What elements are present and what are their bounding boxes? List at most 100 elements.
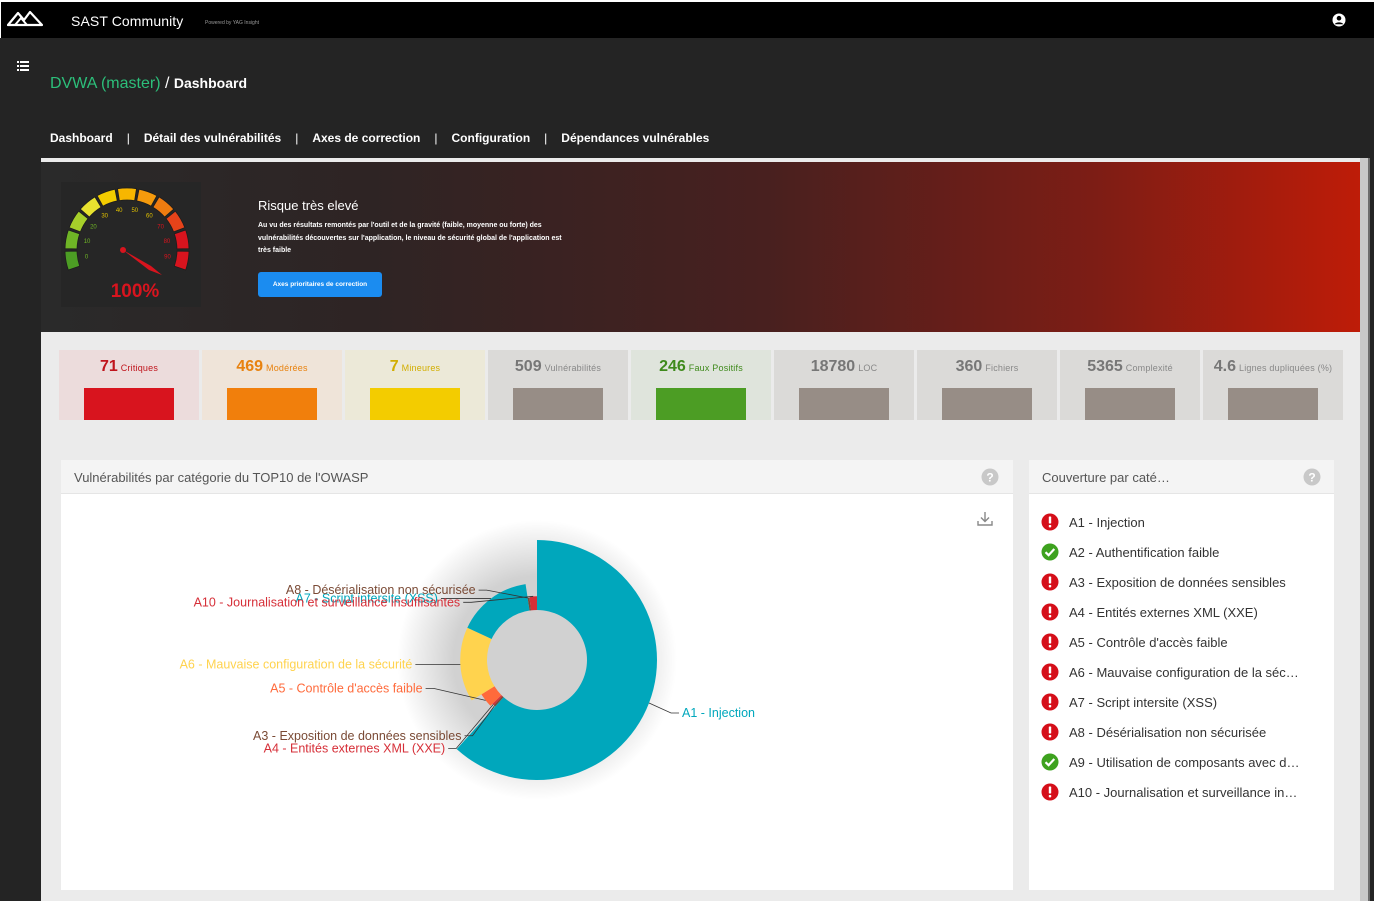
coverage-item-label: A5 - Contrôle d'accès faible: [1069, 634, 1228, 650]
coverage-item[interactable]: A10 - Journalisation et surveillance in…: [1041, 777, 1321, 807]
breadcrumb-project[interactable]: DVWA (master): [50, 75, 161, 92]
stat-label: Mineures: [401, 363, 441, 373]
nav-dashboard[interactable]: Dashboard: [50, 131, 113, 145]
nav-separator: |: [295, 131, 299, 145]
stat-header: 360 Fichiers: [917, 358, 1057, 376]
coverage-item[interactable]: A8 - Désérialisation non sécurisée: [1041, 717, 1321, 747]
stat-label: Critiques: [120, 363, 159, 373]
help-icon[interactable]: ?: [1303, 468, 1321, 486]
stat-label: Vulnérabilités: [544, 363, 602, 373]
gauge-tick-label: 30: [101, 214, 108, 220]
svg-text:?: ?: [1308, 471, 1315, 485]
coverage-item[interactable]: A3 - Exposition de données sensibles: [1041, 567, 1321, 597]
stat-header: 469 Modérées: [202, 358, 342, 376]
gauge-tick-label: 10: [84, 239, 91, 245]
error-circle-icon: [1041, 693, 1059, 711]
stat-bar: [942, 388, 1032, 420]
coverage-item[interactable]: A7 - Script intersite (XSS): [1041, 687, 1321, 717]
stat-bar: [227, 388, 317, 420]
coverage-item-label: A10 - Journalisation et surveillance in…: [1069, 784, 1298, 800]
help-icon[interactable]: ?: [981, 468, 999, 486]
coverage-item-label: A3 - Exposition de données sensibles: [1069, 574, 1286, 590]
stat-header: 5365 Complexité: [1060, 358, 1200, 376]
gauge-segment: [64, 229, 81, 250]
stat-label: LOC: [858, 363, 878, 373]
check-circle-icon: [1041, 543, 1059, 561]
coverage-panel-header: Couverture par caté… ?: [1029, 460, 1334, 494]
nav-configuration[interactable]: Configuration: [452, 131, 531, 145]
gauge-segment: [64, 250, 81, 271]
slice-label: A1 - Injection: [682, 706, 755, 720]
stat-header: 509 Vulnérabilités: [488, 358, 628, 376]
error-circle-icon: [1041, 633, 1059, 651]
stat-card[interactable]: 360 Fichiers: [917, 350, 1057, 420]
priority-axes-button[interactable]: Axes prioritaires de correction: [258, 272, 382, 297]
stat-value: 246: [659, 358, 686, 375]
stat-card[interactable]: 4.6 Lignes dupliquées (%): [1203, 350, 1343, 420]
nav-vulnerability-details[interactable]: Détail des vulnérabilités: [144, 131, 281, 145]
user-account-icon[interactable]: [1332, 13, 1346, 27]
coverage-item[interactable]: A4 - Entités externes XML (XXE): [1041, 597, 1321, 627]
stat-label: Fichiers: [985, 363, 1019, 373]
error-circle-icon: [1041, 573, 1059, 591]
svg-text:?: ?: [986, 471, 993, 485]
stat-card[interactable]: 509 Vulnérabilités: [488, 350, 628, 420]
stat-header: 246 Faux Positifs: [631, 358, 771, 376]
gauge-value: 100%: [111, 281, 160, 302]
stat-label: Lignes dupliquées (%): [1238, 363, 1333, 373]
error-circle-icon: [1041, 723, 1059, 741]
slice-label: A5 - Contrôle d'accès faible: [270, 681, 423, 695]
gauge-tick-label: 20: [90, 224, 97, 230]
stat-header: 71 Critiques: [59, 358, 199, 376]
check-circle-icon: [1041, 753, 1059, 771]
stat-card[interactable]: 18780 LOC: [774, 350, 914, 420]
coverage-item[interactable]: A6 - Mauvaise configuration de la séc…: [1041, 657, 1321, 687]
app-logo[interactable]: [7, 8, 43, 28]
stat-card[interactable]: 469 Modérées: [202, 350, 342, 420]
scrollbar-edge: [1368, 158, 1370, 901]
stat-label: Faux Positifs: [688, 363, 743, 373]
error-circle-icon: [1041, 603, 1059, 621]
gauge-tick-label: 80: [164, 239, 171, 245]
stat-value: 71: [99, 358, 118, 375]
stat-header: 18780 LOC: [774, 358, 914, 376]
risk-description: Au vu des résultats remontés par l'outil…: [258, 222, 562, 254]
nav-separator: |: [126, 131, 130, 145]
coverage-item[interactable]: A2 - Authentification faible: [1041, 537, 1321, 567]
risk-gauge: 010203040 5060708090 100%: [61, 182, 201, 307]
error-circle-icon: [1041, 663, 1059, 681]
nav-vulnerable-dependencies[interactable]: Dépendances vulnérables: [561, 131, 709, 145]
coverage-item[interactable]: A1 - Injection: [1041, 507, 1321, 537]
coverage-list: A1 - Injection A2 - Authentification faib…: [1041, 507, 1321, 807]
coverage-item-label: A8 - Désérialisation non sécurisée: [1069, 724, 1267, 740]
stat-card[interactable]: 246 Faux Positifs: [631, 350, 771, 420]
menu-toggle-icon[interactable]: [17, 61, 29, 71]
stat-bar: [799, 388, 889, 420]
owasp-panel-header: Vulnérabilités par catégorie du TOP10 de…: [61, 460, 1013, 494]
breadcrumb-separator: /: [160, 75, 174, 92]
coverage-item-label: A6 - Mauvaise configuration de la séc…: [1069, 664, 1299, 680]
stat-bar: [370, 388, 460, 420]
coverage-item-label: A7 - Script intersite (XSS): [1069, 694, 1218, 710]
stat-value: 5365: [1087, 358, 1123, 375]
gauge-segment: [117, 187, 137, 202]
gauge-segment: [173, 250, 190, 271]
slice-label: A10 - Journalisation et surveillance ins…: [194, 595, 461, 609]
coverage-item[interactable]: A9 - Utilisation de composants avec d…: [1041, 747, 1321, 777]
stat-card[interactable]: 71 Critiques: [59, 350, 199, 420]
stat-card[interactable]: 7 Mineures: [345, 350, 485, 420]
nav-separator: |: [434, 131, 438, 145]
coverage-item-label: A2 - Authentification faible: [1069, 544, 1220, 560]
coverage-item[interactable]: A5 - Contrôle d'accès faible: [1041, 627, 1321, 657]
stat-value: 4.6: [1213, 358, 1236, 375]
stat-bar: [1228, 388, 1318, 420]
stat-card[interactable]: 5365 Complexité: [1060, 350, 1200, 420]
gauge-segment: [173, 229, 190, 250]
app-name: SAST Community: [71, 13, 184, 29]
slice-label: A4 - Entités externes XML (XXE): [264, 741, 446, 755]
error-circle-icon: [1041, 783, 1059, 801]
stat-bar: [84, 388, 174, 420]
stat-bar: [1085, 388, 1175, 420]
nav-correction-axes[interactable]: Axes de correction: [312, 131, 420, 145]
scrollbar-track[interactable]: [1360, 158, 1368, 901]
